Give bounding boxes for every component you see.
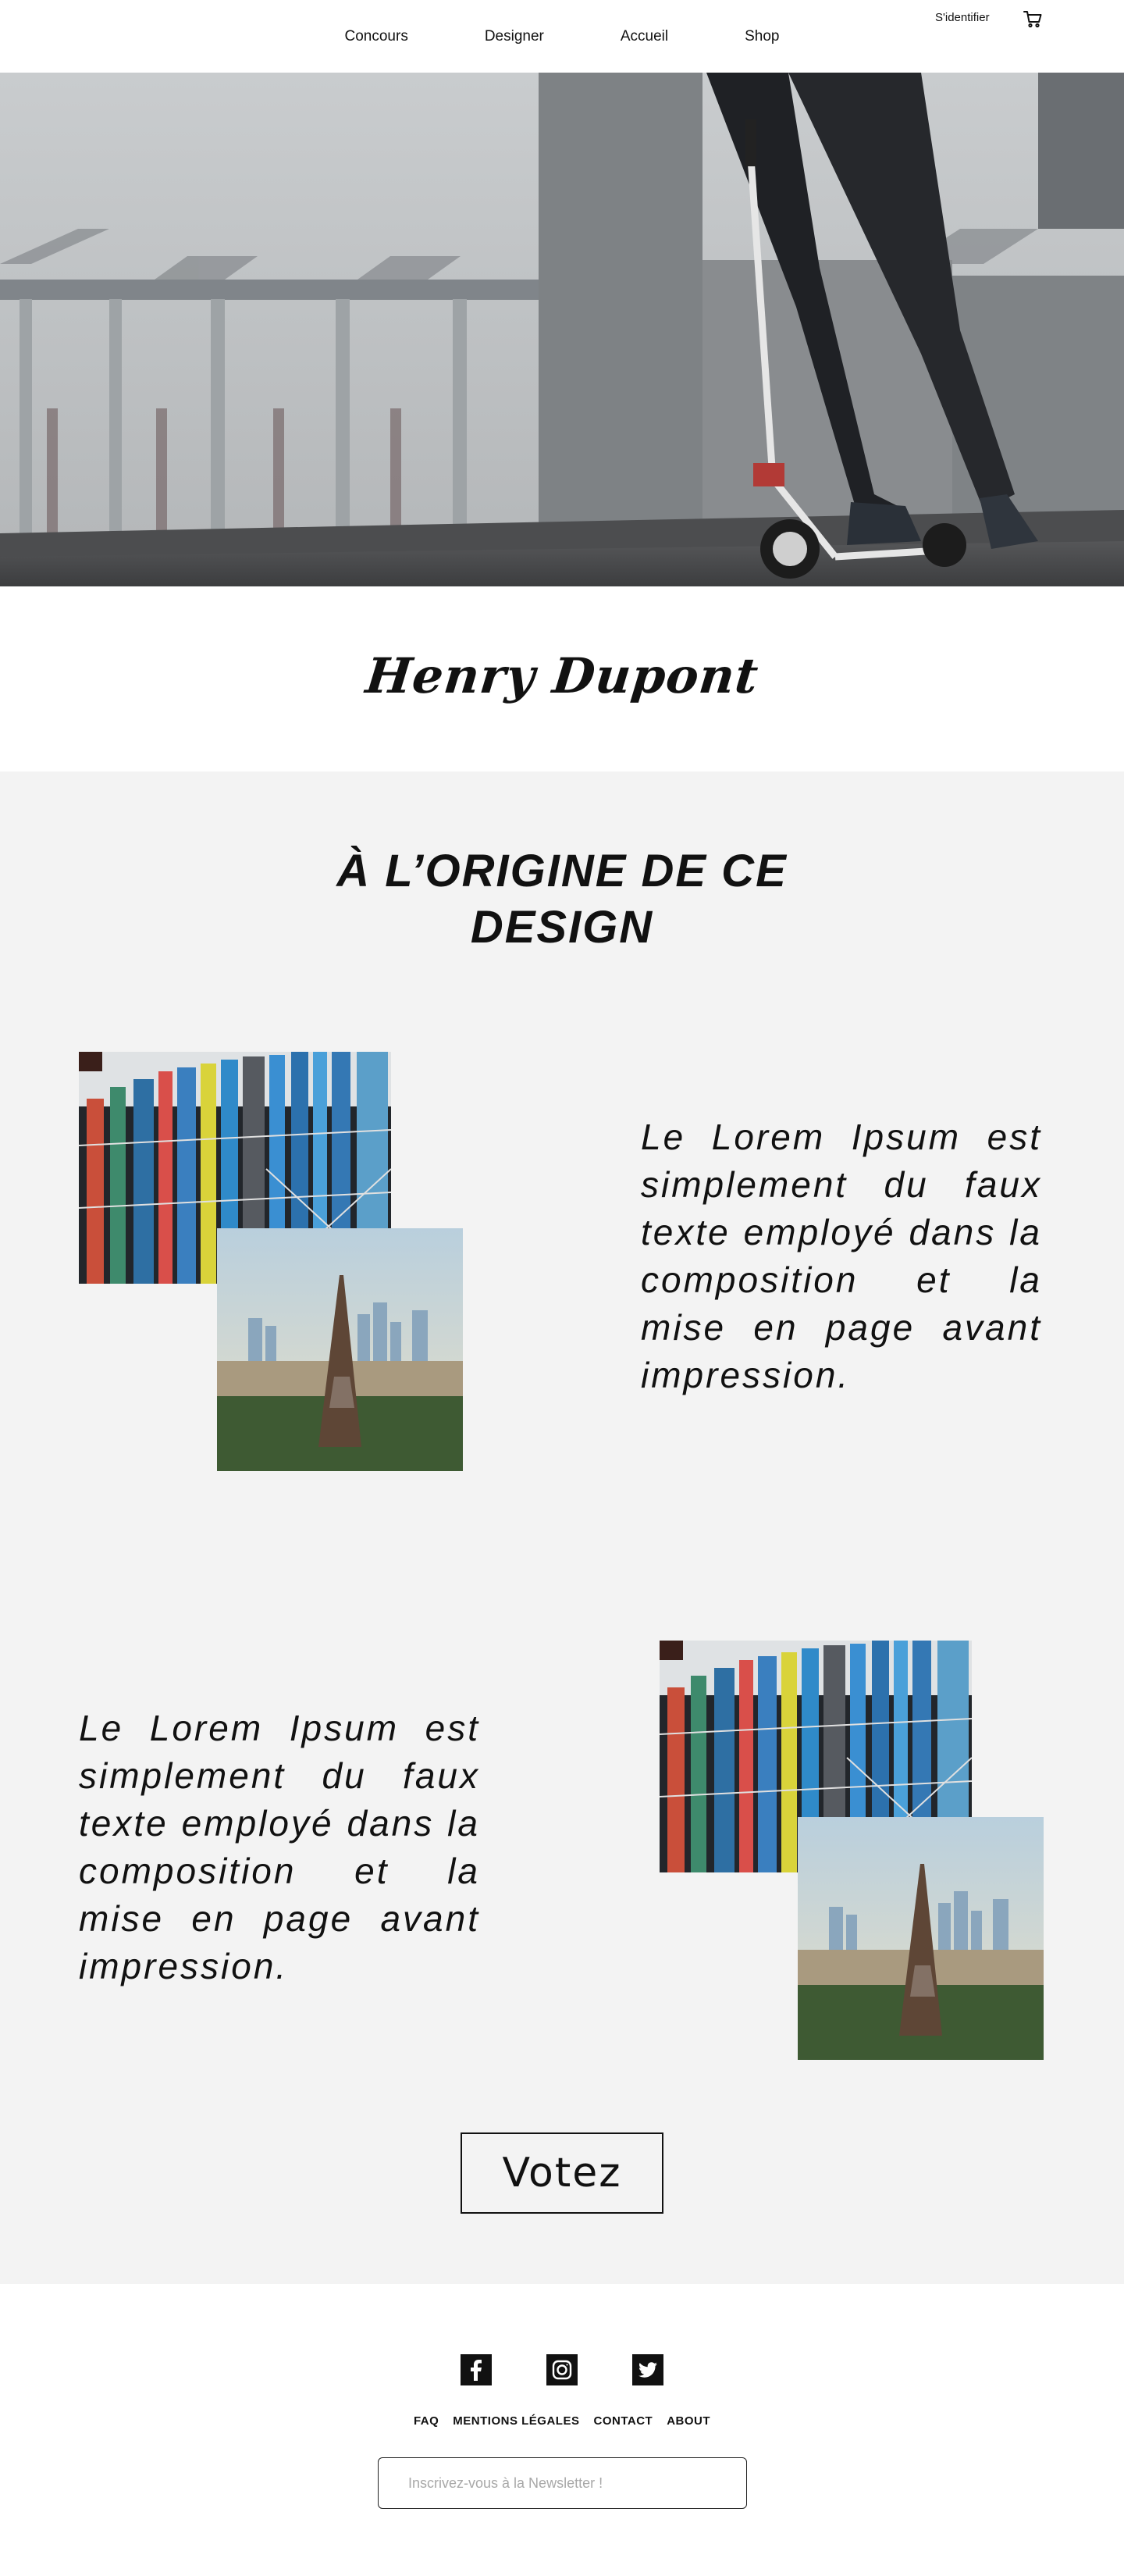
footer-link-mentions[interactable]: MENTIONS LÉGALES bbox=[453, 2414, 579, 2428]
newsletter-input[interactable] bbox=[378, 2457, 747, 2509]
origin-text-1: Le Lorem Ipsum est simplement du faux te… bbox=[641, 1117, 1042, 1395]
hero-image bbox=[0, 73, 1124, 586]
login-link[interactable]: S'identifier bbox=[935, 11, 990, 24]
nav-item-designer[interactable]: Designer bbox=[485, 25, 544, 48]
footer-link-faq[interactable]: FAQ bbox=[414, 2414, 439, 2428]
footer-nav: FAQ MENTIONS LÉGALES CONTACT ABOUT bbox=[0, 2414, 1124, 2428]
eiffel-tower-photo bbox=[798, 1817, 1044, 2060]
person-riding-scooter-photo bbox=[0, 73, 1124, 586]
vote-button[interactable]: Votez bbox=[461, 2132, 663, 2214]
nav-item-accueil[interactable]: Accueil bbox=[621, 25, 668, 48]
site-header: Concours Designer Accueil Shop S'identif… bbox=[0, 0, 1124, 73]
origin-title: À L’ORIGINE DE CE DESIGN bbox=[0, 843, 1124, 956]
origin-title-line2: DESIGN bbox=[470, 902, 654, 953]
designer-name: Henry Dupont bbox=[362, 647, 762, 704]
origin-title-line1: À L’ORIGINE DE CE bbox=[336, 846, 788, 896]
cart-icon[interactable] bbox=[1022, 8, 1044, 30]
eiffel-tower-photo bbox=[217, 1228, 463, 1471]
facebook-icon[interactable] bbox=[461, 2354, 492, 2385]
origin-text-2: Le Lorem Ipsum est simplement du faux te… bbox=[79, 1708, 480, 1986]
nav-item-shop[interactable]: Shop bbox=[745, 25, 779, 48]
designer-name-section: Henry Dupont bbox=[0, 586, 1124, 771]
social-links bbox=[0, 2354, 1124, 2385]
nav-item-concours[interactable]: Concours bbox=[345, 25, 408, 48]
footer-link-about[interactable]: ABOUT bbox=[667, 2414, 710, 2428]
instagram-icon[interactable] bbox=[546, 2354, 578, 2385]
site-footer: FAQ MENTIONS LÉGALES CONTACT ABOUT bbox=[0, 2284, 1124, 2576]
footer-link-contact[interactable]: CONTACT bbox=[593, 2414, 653, 2428]
origin-section: À L’ORIGINE DE CE DESIGN Le Lorem Ipsum … bbox=[0, 771, 1124, 2284]
twitter-icon[interactable] bbox=[632, 2354, 663, 2385]
main-nav: Concours Designer Accueil Shop bbox=[0, 25, 1124, 48]
